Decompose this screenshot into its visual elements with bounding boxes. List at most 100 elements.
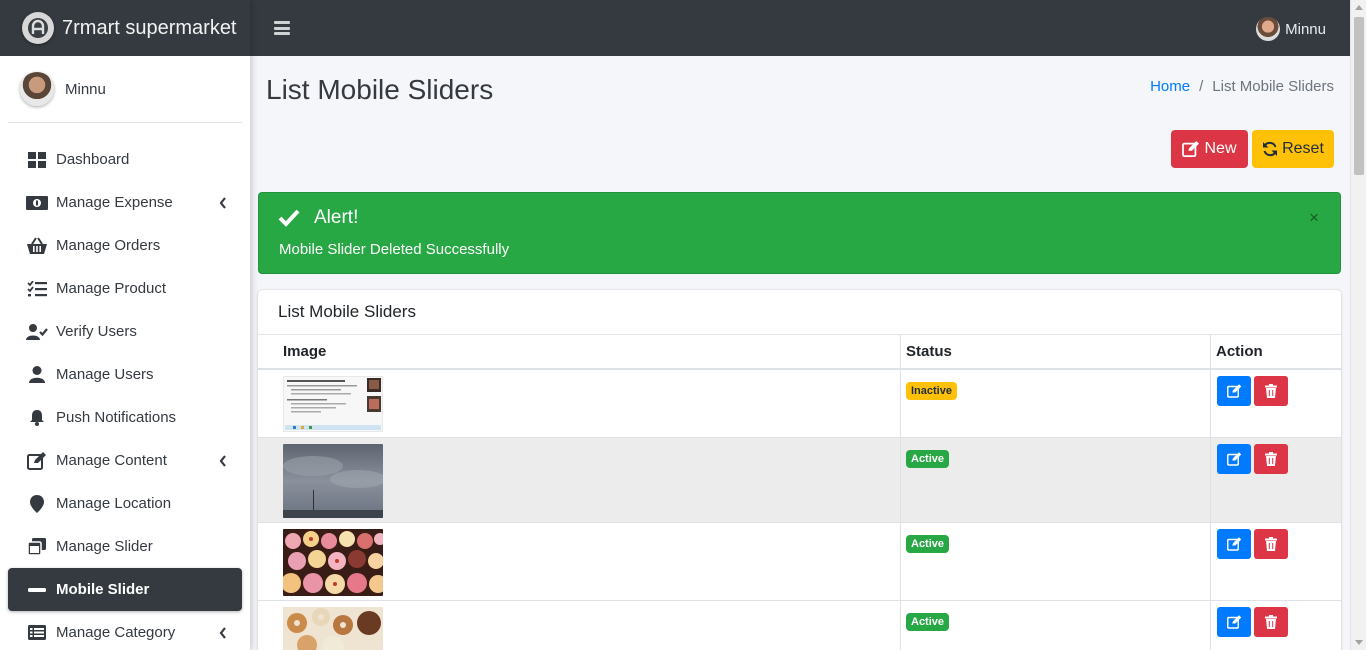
image-cell (258, 601, 901, 650)
chevron-left-icon (219, 626, 226, 639)
map-marker-icon (26, 494, 48, 513)
sidebar-item-manage-orders[interactable]: Manage Orders (8, 224, 242, 267)
sidebar-item-push-notifications[interactable]: Push Notifications (8, 396, 242, 439)
edit-button[interactable] (1217, 444, 1251, 474)
bell-icon (26, 409, 48, 427)
content-wrapper: List Mobile Sliders Home / List Mobile S… (250, 56, 1350, 650)
edit-button[interactable] (1217, 376, 1251, 406)
check-icon (278, 209, 300, 227)
page-title: List Mobile Sliders (266, 74, 494, 105)
sliders-card: List Mobile Sliders Image Status Action (258, 290, 1341, 650)
sidebar-item-label: Manage Content (56, 452, 167, 469)
status-cell: Active (901, 523, 1211, 600)
delete-button[interactable] (1254, 529, 1288, 559)
sidebar-item-manage-product[interactable]: Manage Product (8, 267, 242, 310)
tasks-icon (26, 280, 48, 298)
sidebar-item-label: Verify Users (56, 323, 137, 340)
image-cell (258, 523, 901, 600)
image-cell (258, 370, 901, 437)
scroll-up-arrow-icon[interactable] (1355, 5, 1363, 10)
user-menu[interactable]: Minnu (1256, 17, 1326, 41)
table-header: Image Status Action (258, 335, 1341, 370)
breadcrumb-current: List Mobile Sliders (1212, 78, 1334, 95)
slider-image (283, 607, 383, 650)
column-header-status: Status (901, 335, 1211, 368)
sidebar-item-verify-users[interactable]: Verify Users (8, 310, 242, 353)
close-icon[interactable]: × (1309, 209, 1319, 226)
trash-icon (1265, 452, 1277, 466)
sidebar-item-mobile-slider[interactable]: Mobile Slider (8, 568, 242, 611)
status-cell: Active (901, 438, 1211, 522)
trash-icon (1265, 384, 1277, 398)
sidebar-item-label: Manage Expense (56, 194, 173, 211)
user-check-icon (26, 323, 48, 341)
sliders-table: Image Status Action Inactive Active Acti… (258, 335, 1341, 650)
sidebar-item-manage-users[interactable]: Manage Users (8, 353, 242, 396)
sidebar-nav: Dashboard Manage Expense Manage Orders M… (0, 138, 250, 650)
status-cell: Inactive (901, 370, 1211, 437)
edit-button[interactable] (1217, 529, 1251, 559)
scroll-down-arrow-icon[interactable] (1355, 640, 1363, 645)
minus-icon (26, 581, 48, 599)
image-cell (258, 438, 901, 522)
table-row: Inactive (258, 370, 1341, 438)
sync-icon (1263, 141, 1278, 157)
sidebar-item-label: Push Notifications (56, 409, 177, 426)
edit-icon (1182, 141, 1200, 157)
page-scrollbar[interactable] (1350, 0, 1366, 650)
action-cell (1211, 370, 1341, 437)
sidebar-item-manage-category[interactable]: Manage Category (8, 611, 242, 650)
new-button-label: New (1204, 140, 1237, 157)
trash-icon (1265, 615, 1277, 629)
table-row: Active (258, 438, 1341, 523)
reset-button-label: Reset (1282, 140, 1324, 157)
sidebar-item-label: Manage Slider (56, 538, 153, 555)
sidebar-item-label: Manage Orders (56, 237, 161, 254)
slider-image (283, 444, 383, 518)
brand-link[interactable]: 7rmart supermarket (0, 0, 250, 56)
delete-button[interactable] (1254, 444, 1288, 474)
sidebar-item-dashboard[interactable]: Dashboard (8, 138, 242, 181)
main-sidebar: 7rmart supermarket Minnu Dashboard Manag… (0, 0, 250, 650)
table-row: Active (258, 523, 1341, 601)
basket-icon (26, 236, 48, 255)
edit-icon (1226, 452, 1241, 466)
status-cell: Active (901, 601, 1211, 650)
sidebar-item-manage-slider[interactable]: Manage Slider (8, 525, 242, 568)
column-header-action: Action (1216, 343, 1263, 360)
edit-button[interactable] (1217, 607, 1251, 637)
sidebar-item-label: Manage Category (56, 624, 176, 641)
new-button[interactable]: New (1171, 130, 1248, 168)
sidebar-item-label: Dashboard (56, 151, 130, 168)
reset-button[interactable]: Reset (1252, 130, 1334, 168)
status-badge: Inactive (906, 382, 957, 400)
chevron-left-icon (219, 454, 226, 467)
status-badge: Active (906, 535, 950, 553)
alert-message: Mobile Slider Deleted Successfully (279, 241, 510, 258)
action-cell (1211, 601, 1341, 650)
brand-title: 7rmart supermarket (62, 16, 237, 39)
delete-button[interactable] (1254, 376, 1288, 406)
breadcrumb: Home / List Mobile Sliders (1150, 78, 1334, 95)
trash-icon (1265, 537, 1277, 551)
user-panel[interactable]: Minnu (8, 56, 242, 123)
menu-toggle-icon[interactable] (274, 21, 290, 35)
edit-icon (26, 451, 48, 470)
breadcrumb-home-link[interactable]: Home (1150, 78, 1190, 95)
top-navbar: Minnu (250, 0, 1350, 56)
avatar (1256, 17, 1281, 41)
sidebar-item-label: Mobile Slider (56, 581, 150, 598)
sidebar-item-manage-location[interactable]: Manage Location (8, 482, 242, 525)
scrollbar-thumb[interactable] (1354, 17, 1364, 175)
breadcrumb-separator: / (1199, 78, 1204, 95)
sidebar-item-manage-content[interactable]: Manage Content (8, 439, 242, 482)
sidebar-item-label: Manage Product (56, 280, 167, 297)
sidebar-item-manage-expense[interactable]: Manage Expense (8, 181, 242, 224)
edit-icon (1226, 615, 1241, 629)
alert-heading: Alert! (278, 207, 358, 229)
delete-button[interactable] (1254, 607, 1288, 637)
sidebar-item-label: Manage Users (56, 366, 154, 383)
card-title: List Mobile Sliders (258, 290, 1341, 335)
user-icon (26, 366, 48, 384)
action-cell (1211, 438, 1341, 522)
